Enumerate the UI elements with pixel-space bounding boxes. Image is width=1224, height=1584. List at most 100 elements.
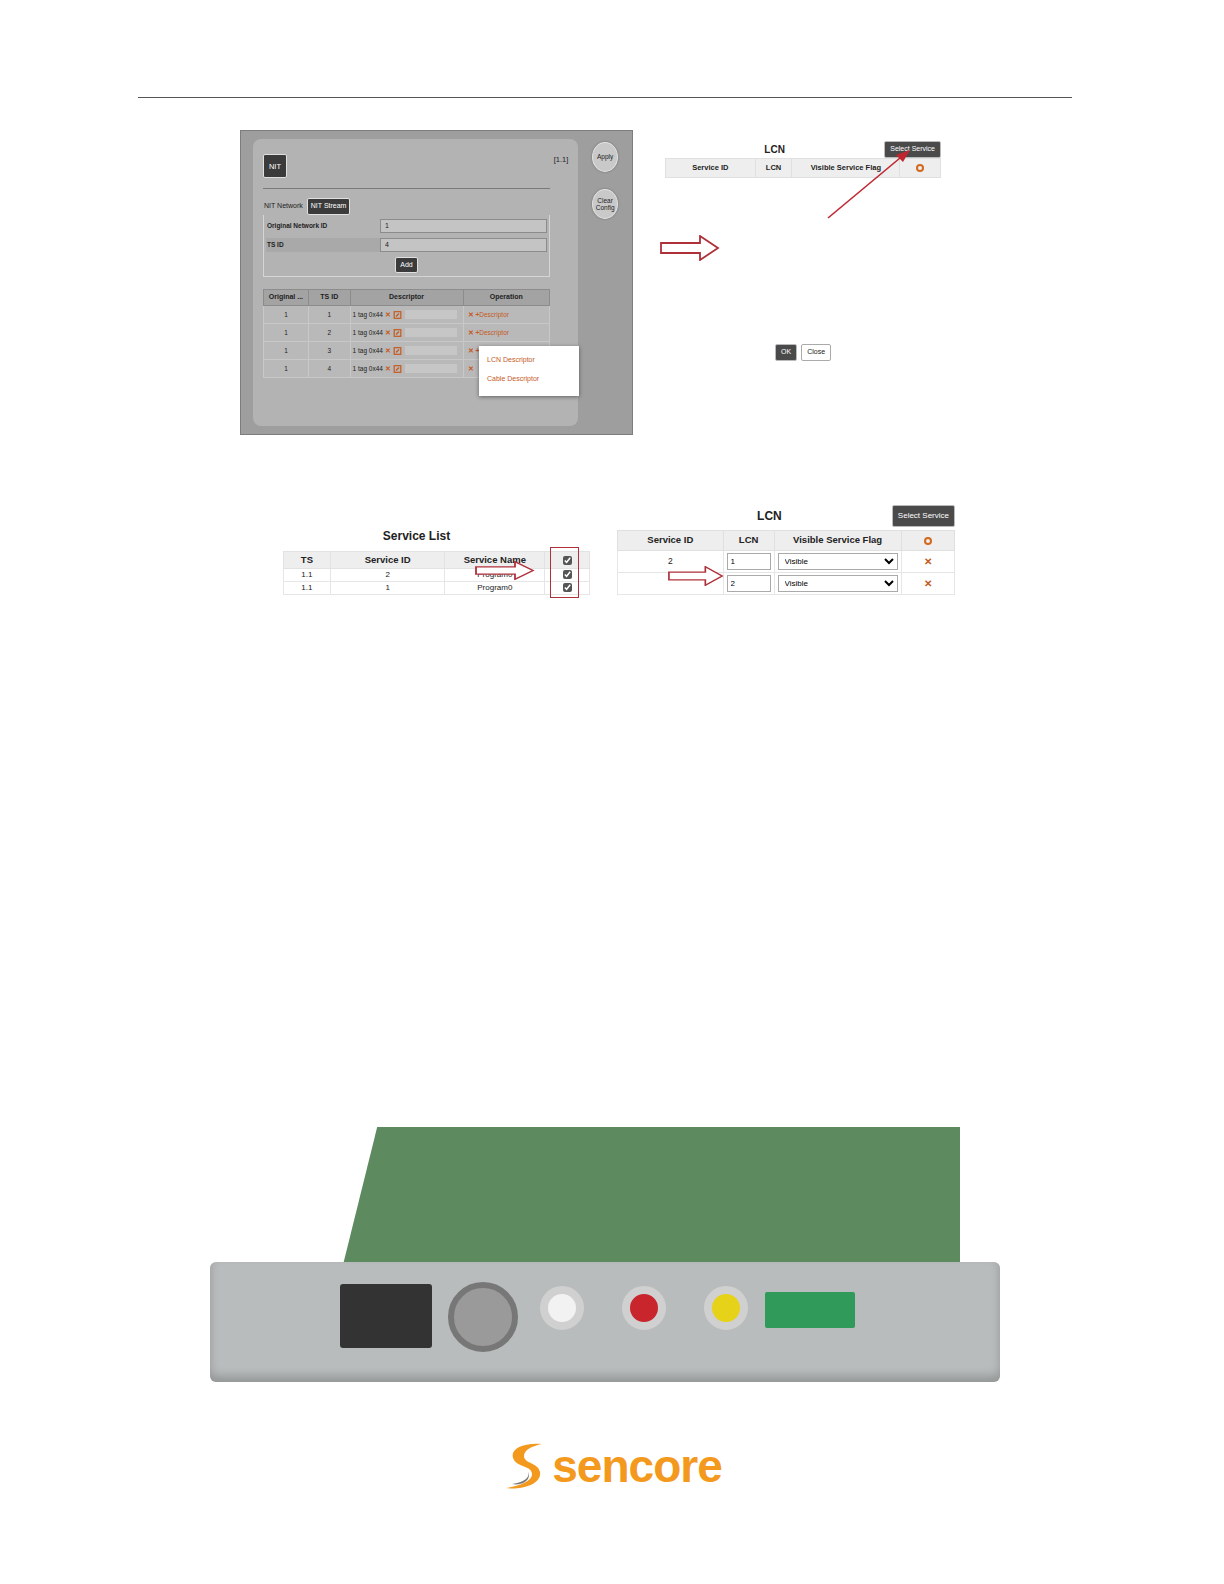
arrow-icon xyxy=(475,561,535,580)
lcn-row: Visible ✕ xyxy=(618,573,955,595)
faceplate xyxy=(210,1262,1000,1382)
add-icon[interactable]: + xyxy=(476,311,480,318)
nit-tab[interactable]: NIT Stream xyxy=(307,198,351,215)
highlight-box xyxy=(550,547,579,598)
column-header: LCN xyxy=(723,531,774,551)
tab-label: NIT Stream xyxy=(311,202,347,209)
add-button[interactable]: Add xyxy=(395,257,417,273)
table-body: 1.12Program01.11Program0 xyxy=(284,569,590,595)
menu-item[interactable]: Cable Descriptor xyxy=(487,371,571,387)
sencore-logo: sencore xyxy=(0,1440,1224,1492)
delete-icon[interactable]: ✕ xyxy=(468,365,474,372)
delete-icon[interactable]: ✕ xyxy=(385,311,391,318)
service-row: 1.12Program0 xyxy=(284,569,590,582)
ts-id-cell: 3 xyxy=(308,341,350,359)
stream-label: [1.1] xyxy=(554,154,569,165)
ts-cell: 1.1 xyxy=(284,569,331,582)
operation-cell: ✕+Descriptor xyxy=(463,323,549,341)
ts-id-cell: 4 xyxy=(308,359,350,377)
add-descriptor-link[interactable]: Descriptor xyxy=(479,329,509,336)
nit-button[interactable]: NIT xyxy=(263,154,287,178)
divider xyxy=(263,188,550,189)
middle-section: Service ListTSService IDService Name1.12… xyxy=(0,505,1224,595)
select-all-checkbox[interactable] xyxy=(563,556,572,565)
original-cell: 1 xyxy=(264,359,309,377)
service-checkbox[interactable] xyxy=(563,583,572,592)
video-jack xyxy=(704,1286,748,1330)
add-circle-icon[interactable] xyxy=(916,164,924,172)
service-checkbox[interactable] xyxy=(563,570,572,579)
column-header: Service ID xyxy=(666,159,756,178)
field-input[interactable] xyxy=(380,219,547,233)
delete-icon[interactable]: ✕ xyxy=(385,329,391,336)
table-head: Original ...TS IDDescriptorOperation xyxy=(264,289,550,305)
menu-item[interactable]: LCN Descriptor xyxy=(487,352,571,368)
descriptor-box xyxy=(405,346,457,355)
page-rule xyxy=(138,97,1072,98)
arrow-icon xyxy=(668,566,724,586)
visible-flag-select[interactable]: Visible xyxy=(778,575,898,592)
table-head: Service IDLCNVisible Service Flag xyxy=(618,531,955,551)
close-button[interactable]: Close xyxy=(801,344,831,361)
delete-icon[interactable]: ✕ xyxy=(385,365,391,372)
delete-icon[interactable]: ✕ xyxy=(924,578,932,589)
lcn-header: LCNSelect Service xyxy=(617,505,955,527)
delete-icon[interactable]: ✕ xyxy=(468,329,474,336)
column-header: Visible Service Flag xyxy=(792,159,900,178)
operation-cell: ✕+Descriptor xyxy=(463,305,549,323)
rj45-port xyxy=(340,1284,432,1348)
service-id-cell: 1 xyxy=(330,582,445,595)
form-row: TS ID xyxy=(266,238,547,252)
clear-config-button[interactable]: Clear Config xyxy=(592,189,618,219)
lcn-input[interactable] xyxy=(727,553,771,570)
delete-icon[interactable]: ✕ xyxy=(924,556,932,567)
lcn-dialog: LCNSelect ServiceService ID LCN Visible Se… xyxy=(658,130,948,435)
photo-section xyxy=(0,1127,1224,1382)
terminal-block xyxy=(765,1292,855,1328)
add-column xyxy=(900,159,941,178)
circuit-board xyxy=(340,1127,960,1277)
column-header: Service Name xyxy=(445,551,545,568)
add-circle-icon[interactable] xyxy=(924,537,932,545)
select-service-button[interactable]: Select Service xyxy=(884,141,941,158)
column-header: Service ID xyxy=(330,551,445,568)
dialog-header: LCNSelect Service xyxy=(665,141,941,158)
audio-right-jack xyxy=(622,1286,666,1330)
select-service-button[interactable]: Select Service xyxy=(892,505,955,527)
delete-icon[interactable]: ✕ xyxy=(468,311,474,318)
lcn-title: LCN xyxy=(617,507,892,525)
visible-flag-select[interactable]: Visible xyxy=(778,553,898,570)
dialog-title: LCN xyxy=(665,142,884,157)
add-icon[interactable]: + xyxy=(476,329,480,336)
edit-icon[interactable] xyxy=(393,311,402,319)
edit-icon[interactable] xyxy=(393,347,402,355)
service-table: TSService IDService Name1.12Program01.11… xyxy=(283,551,590,595)
lcn-row: 2Visible✕ xyxy=(618,551,955,573)
descriptor-cell: 1 tag 0x44✕ xyxy=(350,323,463,341)
delete-icon[interactable]: ✕ xyxy=(385,347,391,354)
add-descriptor-link[interactable]: Descriptor xyxy=(479,311,509,318)
service-list: Service ListTSService IDService Name1.12… xyxy=(283,527,590,595)
field-input[interactable] xyxy=(380,238,547,252)
lcn-input[interactable] xyxy=(727,575,771,592)
audio-left-jack xyxy=(540,1286,584,1330)
edit-icon[interactable] xyxy=(393,365,402,373)
table-body: 2Visible✕Visible✕ xyxy=(618,551,955,595)
apply-button[interactable]: Apply xyxy=(592,142,618,172)
delete-icon[interactable]: ✕ xyxy=(468,347,474,354)
edit-icon[interactable] xyxy=(393,329,402,337)
descriptor-cell: 1 tag 0x44✕ xyxy=(350,305,463,323)
remove-cell: ✕ xyxy=(901,551,954,573)
flag-cell: Visible xyxy=(774,573,901,595)
ok-button[interactable]: OK xyxy=(775,344,797,361)
nit-tab[interactable]: NIT Network xyxy=(263,199,304,214)
form-row: Original Network ID xyxy=(266,219,547,233)
descriptor-cell: 1 tag 0x44✕ xyxy=(350,359,463,377)
descriptor-menu: LCN Descriptor Cable Descriptor xyxy=(479,346,579,396)
original-cell: 1 xyxy=(264,323,309,341)
lcn-table-panel: LCNSelect ServiceService IDLCNVisible Se… xyxy=(617,505,955,595)
swoosh-icon xyxy=(502,1440,548,1492)
field-label: Original Network ID xyxy=(266,221,380,231)
descriptor-text: 1 tag 0x44 xyxy=(353,311,383,318)
eas-card-photo xyxy=(210,1127,1000,1382)
